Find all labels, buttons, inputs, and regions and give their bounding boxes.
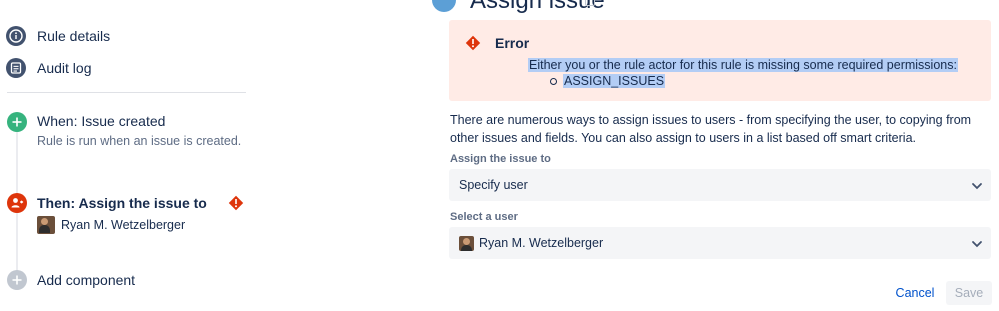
error-diamond-icon: [228, 195, 244, 214]
chevron-down-icon: [971, 179, 983, 195]
trigger-title[interactable]: When: Issue created: [37, 113, 165, 129]
nav-audit-log-label: Audit log: [37, 60, 92, 76]
user-select-value: Ryan M. Wetzelberger: [479, 236, 604, 250]
action-user: Ryan M. Wetzelberger: [37, 216, 185, 234]
bullet-icon: [550, 78, 557, 86]
chevron-down-icon: [971, 237, 983, 253]
user-select[interactable]: Ryan M. Wetzelberger: [449, 227, 991, 259]
info-icon: [6, 26, 26, 46]
nav-rule-details[interactable]: Rule details: [6, 25, 110, 47]
assign-user-icon[interactable]: [7, 193, 27, 213]
lock-icon[interactable]: [585, 0, 595, 6]
error-permission-item: ASSIGN_ISSUES: [550, 74, 666, 88]
action-user-name: Ryan M. Wetzelberger: [61, 218, 186, 232]
assign-to-value: Specify user: [459, 178, 528, 192]
error-diamond-icon: [465, 35, 481, 54]
assign-to-select[interactable]: Specify user: [449, 169, 991, 201]
description-text: There are numerous ways to assign issues…: [450, 113, 972, 145]
add-component-label[interactable]: Add component: [37, 272, 135, 288]
list-icon: [6, 58, 26, 78]
error-permission: ASSIGN_ISSUES: [563, 74, 666, 88]
save-button[interactable]: Save: [946, 281, 992, 305]
error-message: Either you or the rule actor for this ru…: [528, 58, 958, 72]
action-title[interactable]: Then: Assign the issue to: [37, 195, 207, 211]
nav-audit-log[interactable]: Audit log: [6, 57, 91, 79]
avatar: [459, 235, 474, 251]
cancel-button[interactable]: Cancel: [890, 281, 940, 305]
trigger-plus-icon[interactable]: [7, 112, 27, 132]
nav-rule-details-label: Rule details: [37, 28, 111, 44]
trigger-subtitle: Rule is run when an issue is created.: [37, 134, 242, 148]
sidebar-divider: [7, 92, 246, 93]
avatar: [37, 216, 55, 234]
error-title: Error: [495, 35, 530, 51]
assign-to-label: Assign the issue to: [450, 153, 551, 165]
select-user-label: Select a user: [450, 211, 518, 223]
assign-issue-icon: [432, 0, 456, 12]
add-component-plus-icon[interactable]: [7, 270, 27, 290]
